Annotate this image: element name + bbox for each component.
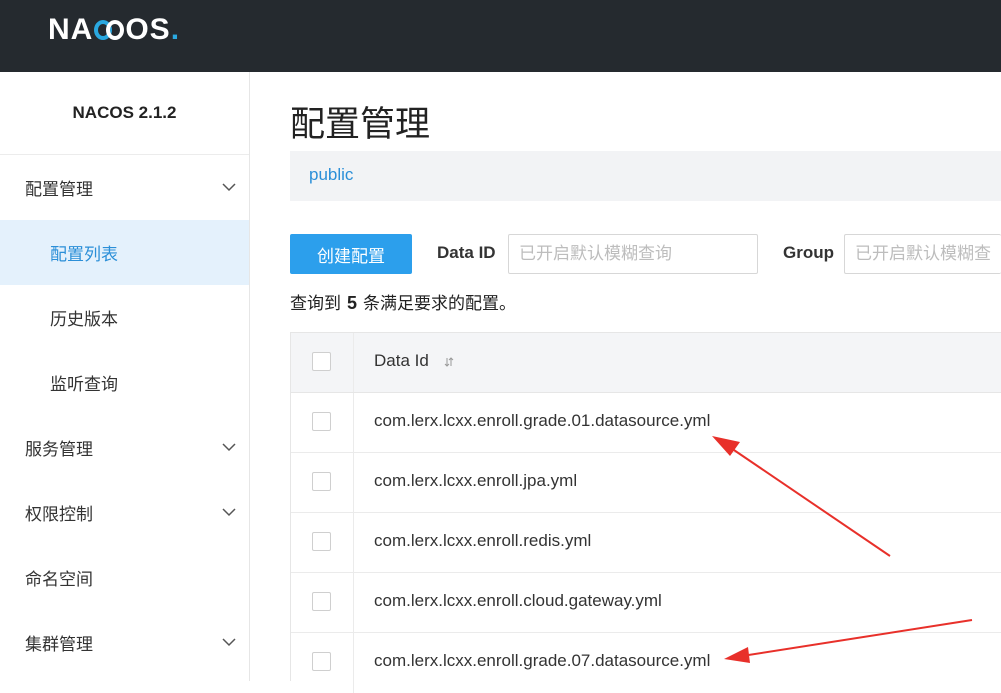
sidebar-item-cluster-management[interactable]: 集群管理: [0, 610, 249, 675]
sidebar-item-label: 历史版本: [50, 310, 118, 330]
namespace-bar: public: [290, 151, 1001, 201]
row-checkbox[interactable]: [312, 592, 331, 611]
sidebar-item-history[interactable]: 历史版本: [0, 285, 249, 350]
namespace-link-public[interactable]: public: [309, 165, 353, 185]
sidebar-item-label: 权限控制: [25, 505, 93, 525]
summary-count: 5: [347, 293, 358, 313]
sidebar-item-label: 监听查询: [50, 375, 118, 395]
page-title: 配置管理: [290, 105, 431, 145]
logo-prefix: NA: [48, 13, 94, 46]
chevron-down-icon: [222, 443, 236, 452]
select-all-checkbox[interactable]: [312, 352, 331, 371]
sidebar-item-service-management[interactable]: 服务管理: [0, 415, 249, 480]
table-row[interactable]: com.lerx.lcxx.enroll.jpa.yml: [291, 453, 1001, 513]
top-header: NA OS .: [0, 0, 1001, 72]
summary-prefix: 查询到: [290, 294, 341, 314]
row-checkbox[interactable]: [312, 412, 331, 431]
query-summary: 查询到 5 条满足要求的配置。: [290, 289, 516, 314]
row-check-cell: [291, 393, 354, 452]
sidebar-item-listener-query[interactable]: 监听查询: [0, 350, 249, 415]
data-id-cell[interactable]: com.lerx.lcxx.enroll.jpa.yml: [374, 471, 577, 491]
data-id-cell[interactable]: com.lerx.lcxx.enroll.grade.01.datasource…: [374, 411, 710, 431]
sidebar-item-config-list[interactable]: 配置列表: [0, 220, 249, 285]
row-checkbox[interactable]: [312, 652, 331, 671]
nacos-logo[interactable]: NA OS .: [48, 10, 180, 50]
table-row[interactable]: com.lerx.lcxx.enroll.redis.yml: [291, 513, 1001, 573]
sidebar-item-namespace[interactable]: 命名空间: [0, 545, 249, 610]
table-row[interactable]: com.lerx.lcxx.enroll.grade.07.datasource…: [291, 633, 1001, 693]
data-id-cell[interactable]: com.lerx.lcxx.enroll.cloud.gateway.yml: [374, 591, 662, 611]
version-label: NACOS 2.1.2: [0, 72, 249, 155]
row-check-cell: [291, 513, 354, 572]
sidebar-item-config-management[interactable]: 配置管理: [0, 155, 249, 220]
logo-suffix: OS: [125, 13, 171, 46]
row-check-cell: [291, 453, 354, 512]
sidebar: NACOS 2.1.2 配置管理 配置列表 历史版本 监听查询 服务管理 权限控…: [0, 72, 250, 681]
sidebar-item-label: 配置列表: [50, 245, 118, 265]
chevron-down-icon: [222, 638, 236, 647]
summary-suffix: 条满足要求的配置。: [363, 294, 517, 314]
chevron-up-icon: [222, 183, 236, 192]
column-header-label: Data Id: [374, 351, 429, 370]
sidebar-item-access-control[interactable]: 权限控制: [0, 480, 249, 545]
row-checkbox[interactable]: [312, 472, 331, 491]
data-id-input[interactable]: [508, 234, 758, 274]
config-table: Data Id com.lerx.lcxx.enroll.grade.01.da…: [290, 332, 1001, 693]
group-label: Group: [783, 243, 834, 262]
sidebar-item-label: 命名空间: [25, 570, 93, 590]
data-id-cell[interactable]: com.lerx.lcxx.enroll.grade.07.datasource…: [374, 651, 710, 671]
row-check-cell: [291, 573, 354, 632]
data-id-cell[interactable]: com.lerx.lcxx.enroll.redis.yml: [374, 531, 591, 551]
row-check-cell: [291, 633, 354, 693]
table-row[interactable]: com.lerx.lcxx.enroll.cloud.gateway.yml: [291, 573, 1001, 633]
sidebar-item-label: 集群管理: [25, 635, 93, 655]
sidebar-item-label: 配置管理: [25, 180, 93, 200]
column-header-data-id[interactable]: Data Id: [374, 351, 454, 371]
create-config-button[interactable]: 创建配置: [290, 234, 412, 274]
sidebar-item-label: 服务管理: [25, 440, 93, 460]
table-row[interactable]: com.lerx.lcxx.enroll.grade.01.datasource…: [291, 393, 1001, 453]
row-checkbox[interactable]: [312, 532, 331, 551]
table-header: Data Id: [291, 333, 1001, 393]
group-input[interactable]: [844, 234, 1001, 274]
data-id-label: Data ID: [437, 243, 496, 262]
select-all-cell: [291, 333, 354, 392]
sort-icon[interactable]: [444, 356, 454, 368]
chevron-down-icon: [222, 508, 236, 517]
logo-dot: .: [170, 13, 181, 46]
logo-infinity-icon: [94, 17, 125, 43]
